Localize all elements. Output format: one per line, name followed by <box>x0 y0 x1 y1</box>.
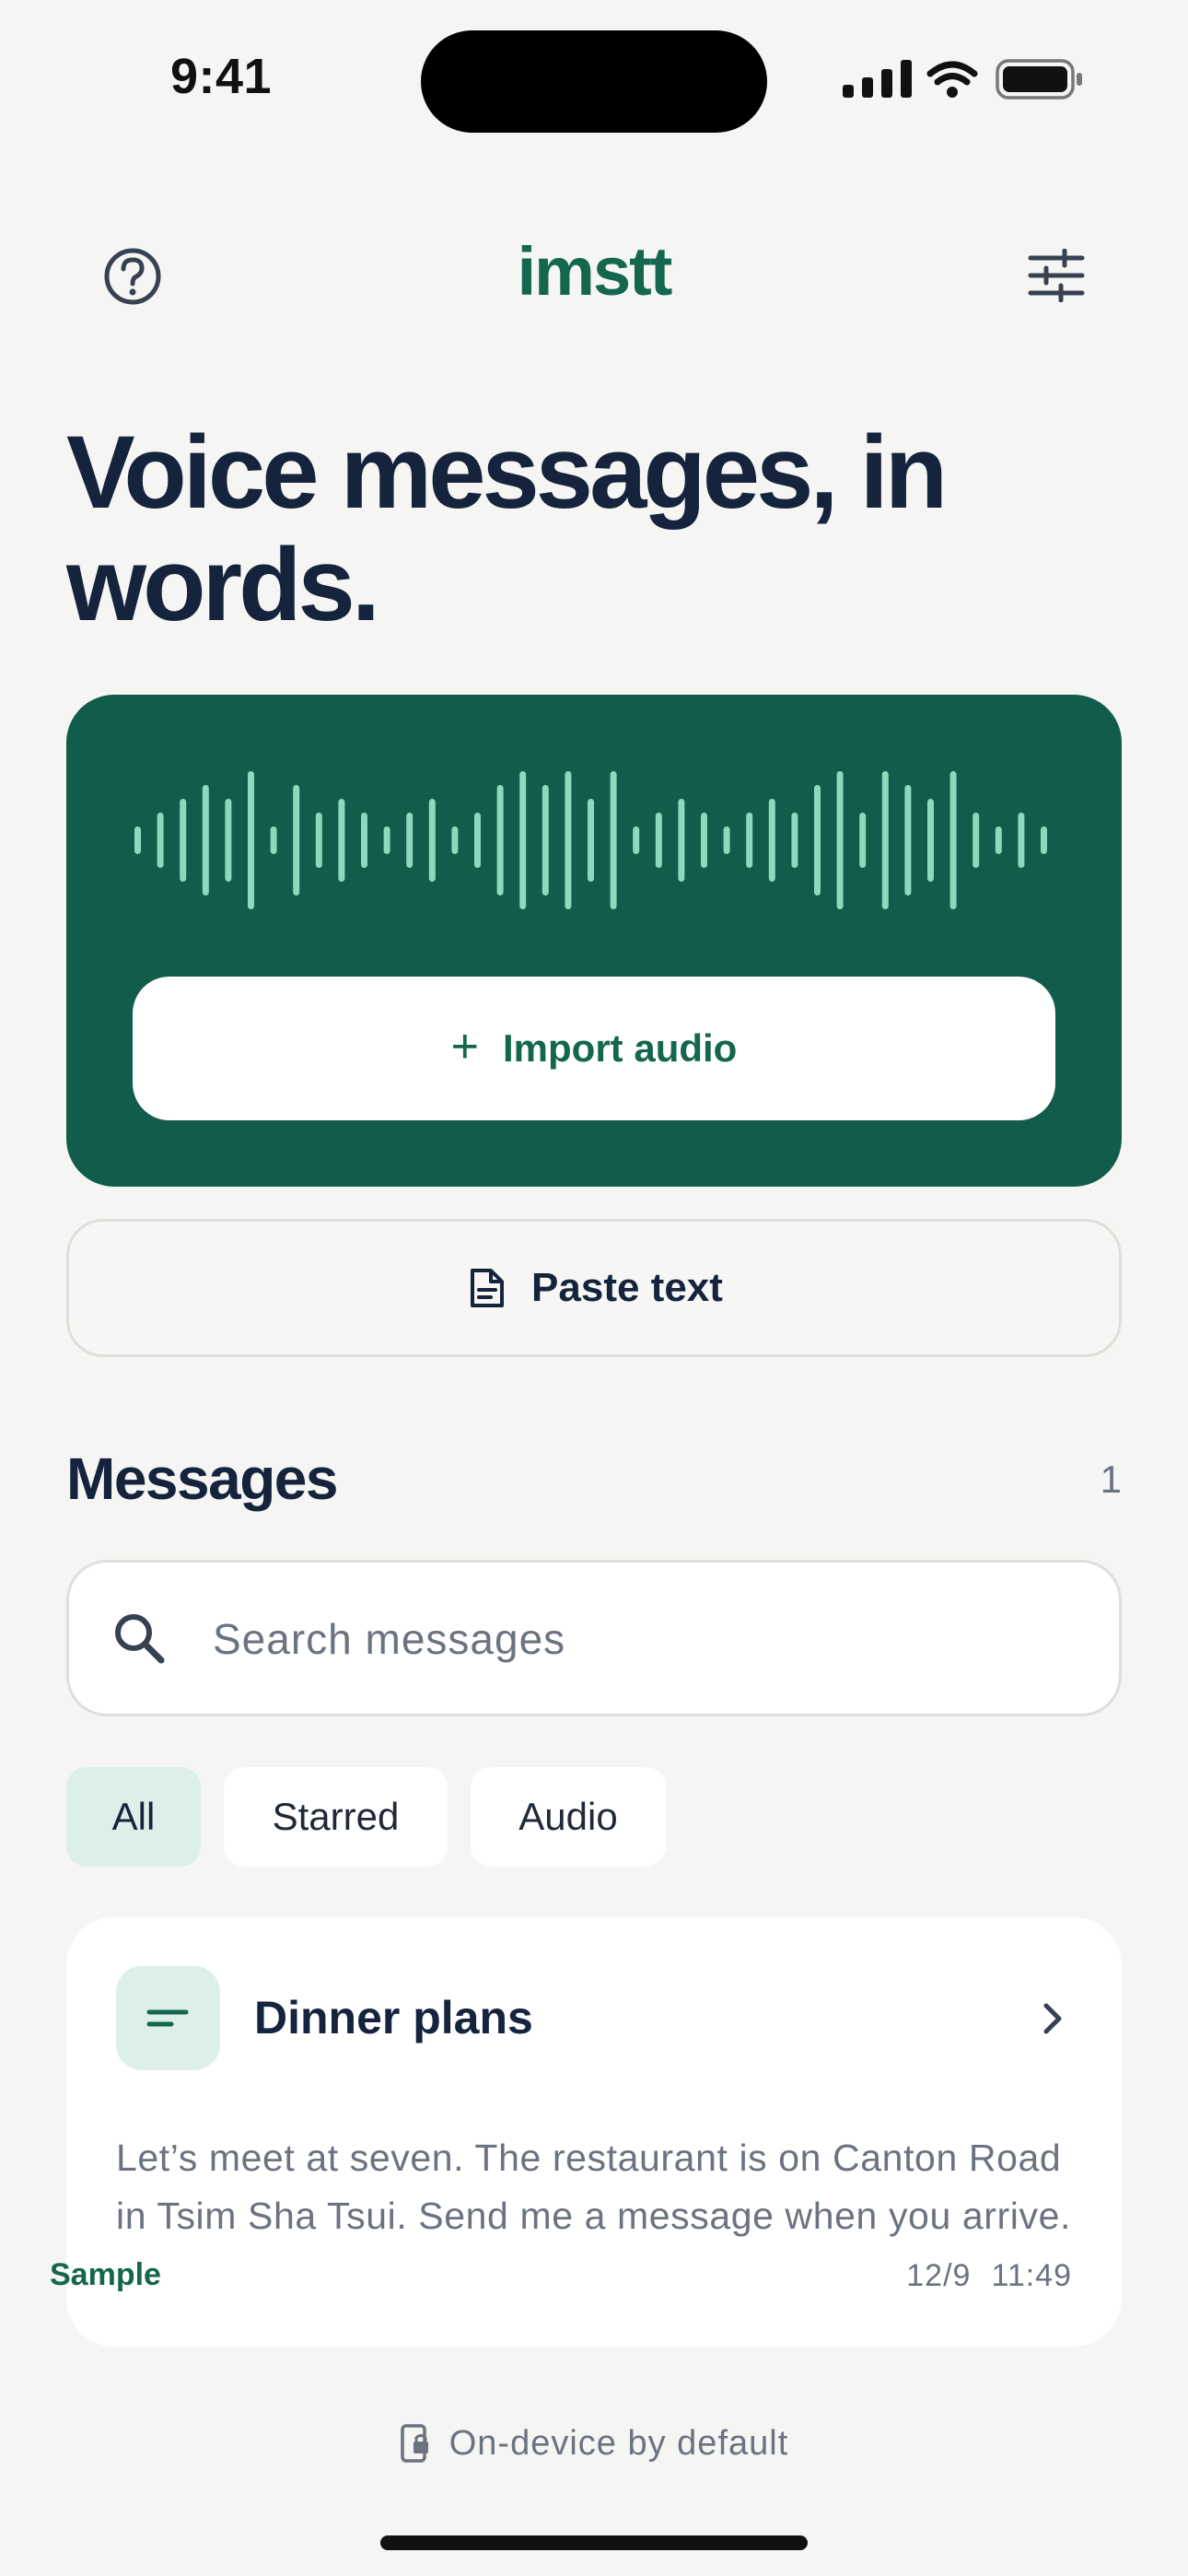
waveform-bar <box>904 785 912 896</box>
waveform-bar <box>180 799 187 882</box>
waveform-bar <box>791 813 798 868</box>
waveform-bar <box>633 826 640 854</box>
waveform-bar <box>814 785 821 896</box>
waveform-bar <box>768 799 775 882</box>
waveform-bar <box>474 813 481 868</box>
waveform-bar <box>746 813 753 868</box>
waveform-bar <box>949 771 957 909</box>
waveform-bar <box>588 799 594 882</box>
waveform-bar <box>723 826 730 854</box>
privacy-footer: On-device by default <box>0 2423 1188 2464</box>
home-indicator <box>380 2535 808 2550</box>
waveform-bar <box>248 771 254 909</box>
filter-chip-starred[interactable]: Starred <box>224 1767 448 1867</box>
status-icons <box>843 59 1082 100</box>
waveform-bar <box>202 785 209 896</box>
waveform-bar <box>701 813 707 868</box>
waveform-bar <box>496 785 504 896</box>
hero-title: Voice messages, in words. <box>66 415 948 642</box>
chevron-right-icon <box>1043 2003 1062 2034</box>
footer-text: On-device by default <box>448 2423 789 2463</box>
import-audio-button[interactable]: + Import audio <box>133 977 1055 1120</box>
paste-text-button[interactable]: Paste text <box>66 1219 1122 1357</box>
waveform-bar <box>927 799 934 882</box>
waveform-bar <box>338 799 345 882</box>
waveform-bar <box>134 826 141 854</box>
status-time: 9:41 <box>170 49 273 104</box>
waveform-bar <box>225 799 232 882</box>
cellular-signal-icon <box>843 60 912 98</box>
wifi-icon <box>926 61 978 86</box>
waveform-bar <box>315 813 322 868</box>
search-icon <box>115 1614 165 1664</box>
messages-title: Messages <box>66 1446 338 1512</box>
sliders-icon[interactable] <box>1028 249 1085 302</box>
message-title: Dinner plans <box>254 1992 533 2043</box>
waveform-bar <box>859 813 867 868</box>
plus-icon: + <box>450 1020 480 1073</box>
battery-icon <box>996 59 1082 100</box>
waveform-bar <box>383 826 390 854</box>
search-box <box>66 1560 1122 1716</box>
waveform-bar <box>973 813 980 868</box>
filter-chip-all[interactable]: All <box>66 1767 201 1867</box>
dynamic-island <box>421 30 767 133</box>
document-icon <box>471 1269 505 1307</box>
waveform-bar <box>565 771 572 909</box>
screen: 9:41 imstt Voice messages, in words. + I… <box>0 0 1188 2576</box>
message-time: 11:49 <box>991 2258 1072 2293</box>
import-audio-label: Import audio <box>503 1026 738 1070</box>
waveform-bar <box>428 799 436 882</box>
waveform-bar <box>157 813 164 868</box>
message-tag: Sample <box>50 2257 161 2292</box>
paste-text-label: Paste text <box>531 1265 723 1310</box>
message-timestamp: 12/9 11:49 <box>906 2258 1072 2294</box>
messages-count: 1 <box>1100 1458 1122 1501</box>
waveform-bar <box>406 813 413 868</box>
waveform-bar <box>519 771 527 909</box>
text-message-icon <box>116 1966 220 2070</box>
waveform-bar <box>1018 813 1025 868</box>
message-date: 12/9 <box>906 2258 972 2293</box>
waveform-bar <box>678 799 685 882</box>
waveform-graphic <box>134 771 1047 909</box>
message-preview: Let’s meet at seven. The restaurant is o… <box>116 2137 1071 2237</box>
waveform-bar <box>361 813 367 868</box>
waveform-bar <box>881 771 889 909</box>
device-lock-icon <box>400 2424 428 2463</box>
waveform-bar <box>610 771 617 909</box>
waveform-bar <box>836 771 844 909</box>
waveform-bar <box>451 826 459 854</box>
waveform-bar <box>1041 826 1047 854</box>
app-brand: imstt <box>517 233 673 310</box>
filter-chip-audio[interactable]: Audio <box>471 1767 666 1867</box>
message-card[interactable]: Dinner plans Let’s meet at seven. The re… <box>66 1917 1122 2347</box>
waveform-bar <box>270 826 277 854</box>
import-card: + Import audio <box>66 695 1122 1187</box>
waveform-bar <box>293 785 300 896</box>
waveform-bar <box>542 785 549 896</box>
search-input[interactable] <box>213 1598 1078 1680</box>
waveform-bar <box>655 813 662 868</box>
waveform-bar <box>995 826 1002 854</box>
